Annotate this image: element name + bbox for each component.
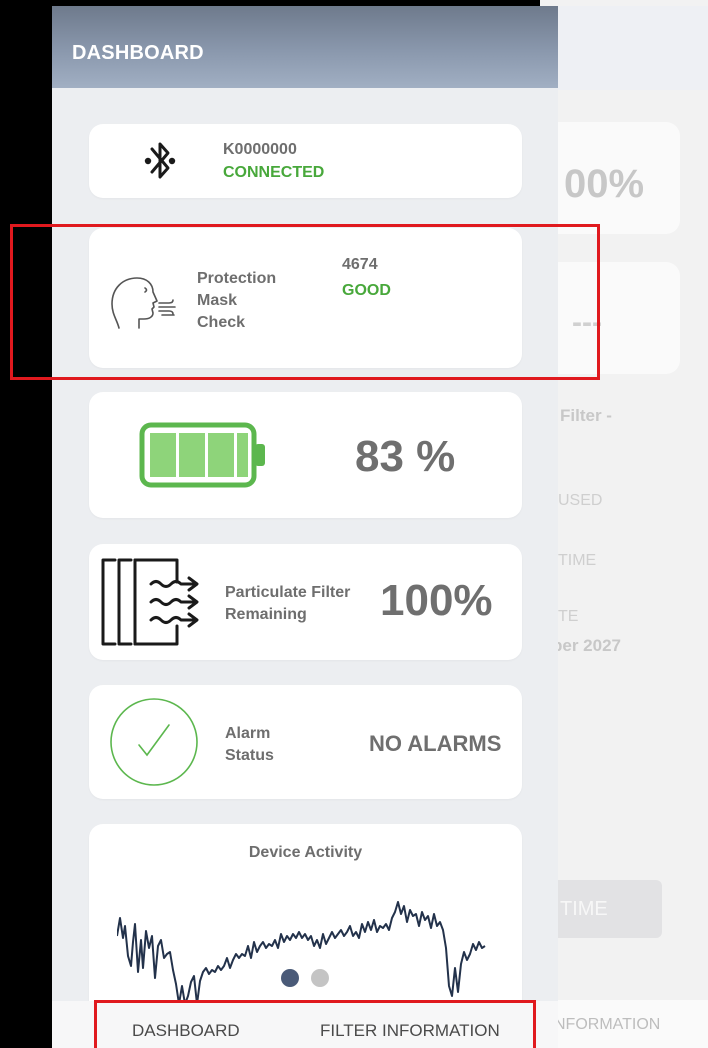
device-status: CONNECTED (223, 164, 325, 181)
breathing-face-icon (109, 274, 183, 330)
background-used-label: USED (558, 492, 603, 509)
particulate-filter-card[interactable]: Particulate Filter Remaining 100% (89, 544, 522, 660)
alarm-status-card[interactable]: Alarm Status NO ALARMS (89, 685, 522, 799)
background-filter-label: Filter - (560, 406, 612, 425)
mask-check-card[interactable]: Protection Mask Check 4674 GOOD (89, 228, 522, 368)
device-activity-title: Device Activity (248, 844, 363, 861)
alarm-label-line2: Status (225, 747, 274, 764)
background-header (540, 6, 708, 90)
filter-remaining-value: 100% (380, 576, 493, 625)
mask-check-label-line3: Check (197, 314, 246, 331)
background-button: TIME (540, 880, 662, 938)
device-activity-sparkline (116, 886, 497, 1006)
page-indicator-dot-inactive[interactable] (311, 969, 329, 987)
background-tab-label: NFORMATION (554, 1016, 661, 1033)
bottom-tab-bar: DASHBOARD FILTER INFORMATION (52, 1001, 558, 1048)
tab-filter-information[interactable]: FILTER INFORMATION (320, 1021, 500, 1041)
filter-label-line1: Particulate Filter (225, 584, 351, 601)
device-card[interactable]: K0000000 CONNECTED (89, 124, 522, 198)
page-indicator-dot-active[interactable] (281, 969, 299, 987)
alarm-status-value: NO ALARMS (369, 731, 502, 756)
mask-check-label-line1: Protection (197, 270, 277, 287)
particulate-filter-icon (99, 554, 211, 648)
navigation-drawer: DASHBOARD K0000000 CONNECTED Protection (52, 6, 558, 1048)
background-time-label: TIME (558, 552, 597, 569)
drawer-title: DASHBOARD (72, 42, 204, 64)
bluetooth-icon (143, 138, 177, 184)
mask-check-label-line2: Mask (197, 292, 238, 309)
background-page: 00% --- Filter - USED TIME TE ber 2027 T… (540, 0, 708, 1048)
background-dashes: --- (572, 306, 602, 339)
battery-level: 83 % (355, 432, 456, 481)
background-tabbar: NFORMATION (540, 1000, 708, 1048)
device-id: K0000000 (223, 141, 297, 158)
tab-dashboard[interactable]: DASHBOARD (132, 1021, 240, 1041)
background-card-dashes: --- (540, 262, 680, 374)
check-circle-icon (109, 697, 199, 787)
background-date-value: ber 2027 (552, 636, 621, 655)
mask-check-status: GOOD (342, 282, 391, 299)
background-button-label: TIME (560, 898, 608, 920)
alarm-label-line1: Alarm (225, 725, 271, 742)
drawer-header: DASHBOARD (52, 6, 558, 88)
background-date-label: TE (558, 608, 579, 625)
background-card-filter: 00% (540, 122, 680, 234)
filter-label-line2: Remaining (225, 606, 307, 623)
battery-card[interactable]: 83 % (89, 392, 522, 518)
battery-icon (139, 420, 269, 490)
background-percent: 00% (564, 162, 645, 206)
mask-check-value: 4674 (342, 256, 378, 273)
